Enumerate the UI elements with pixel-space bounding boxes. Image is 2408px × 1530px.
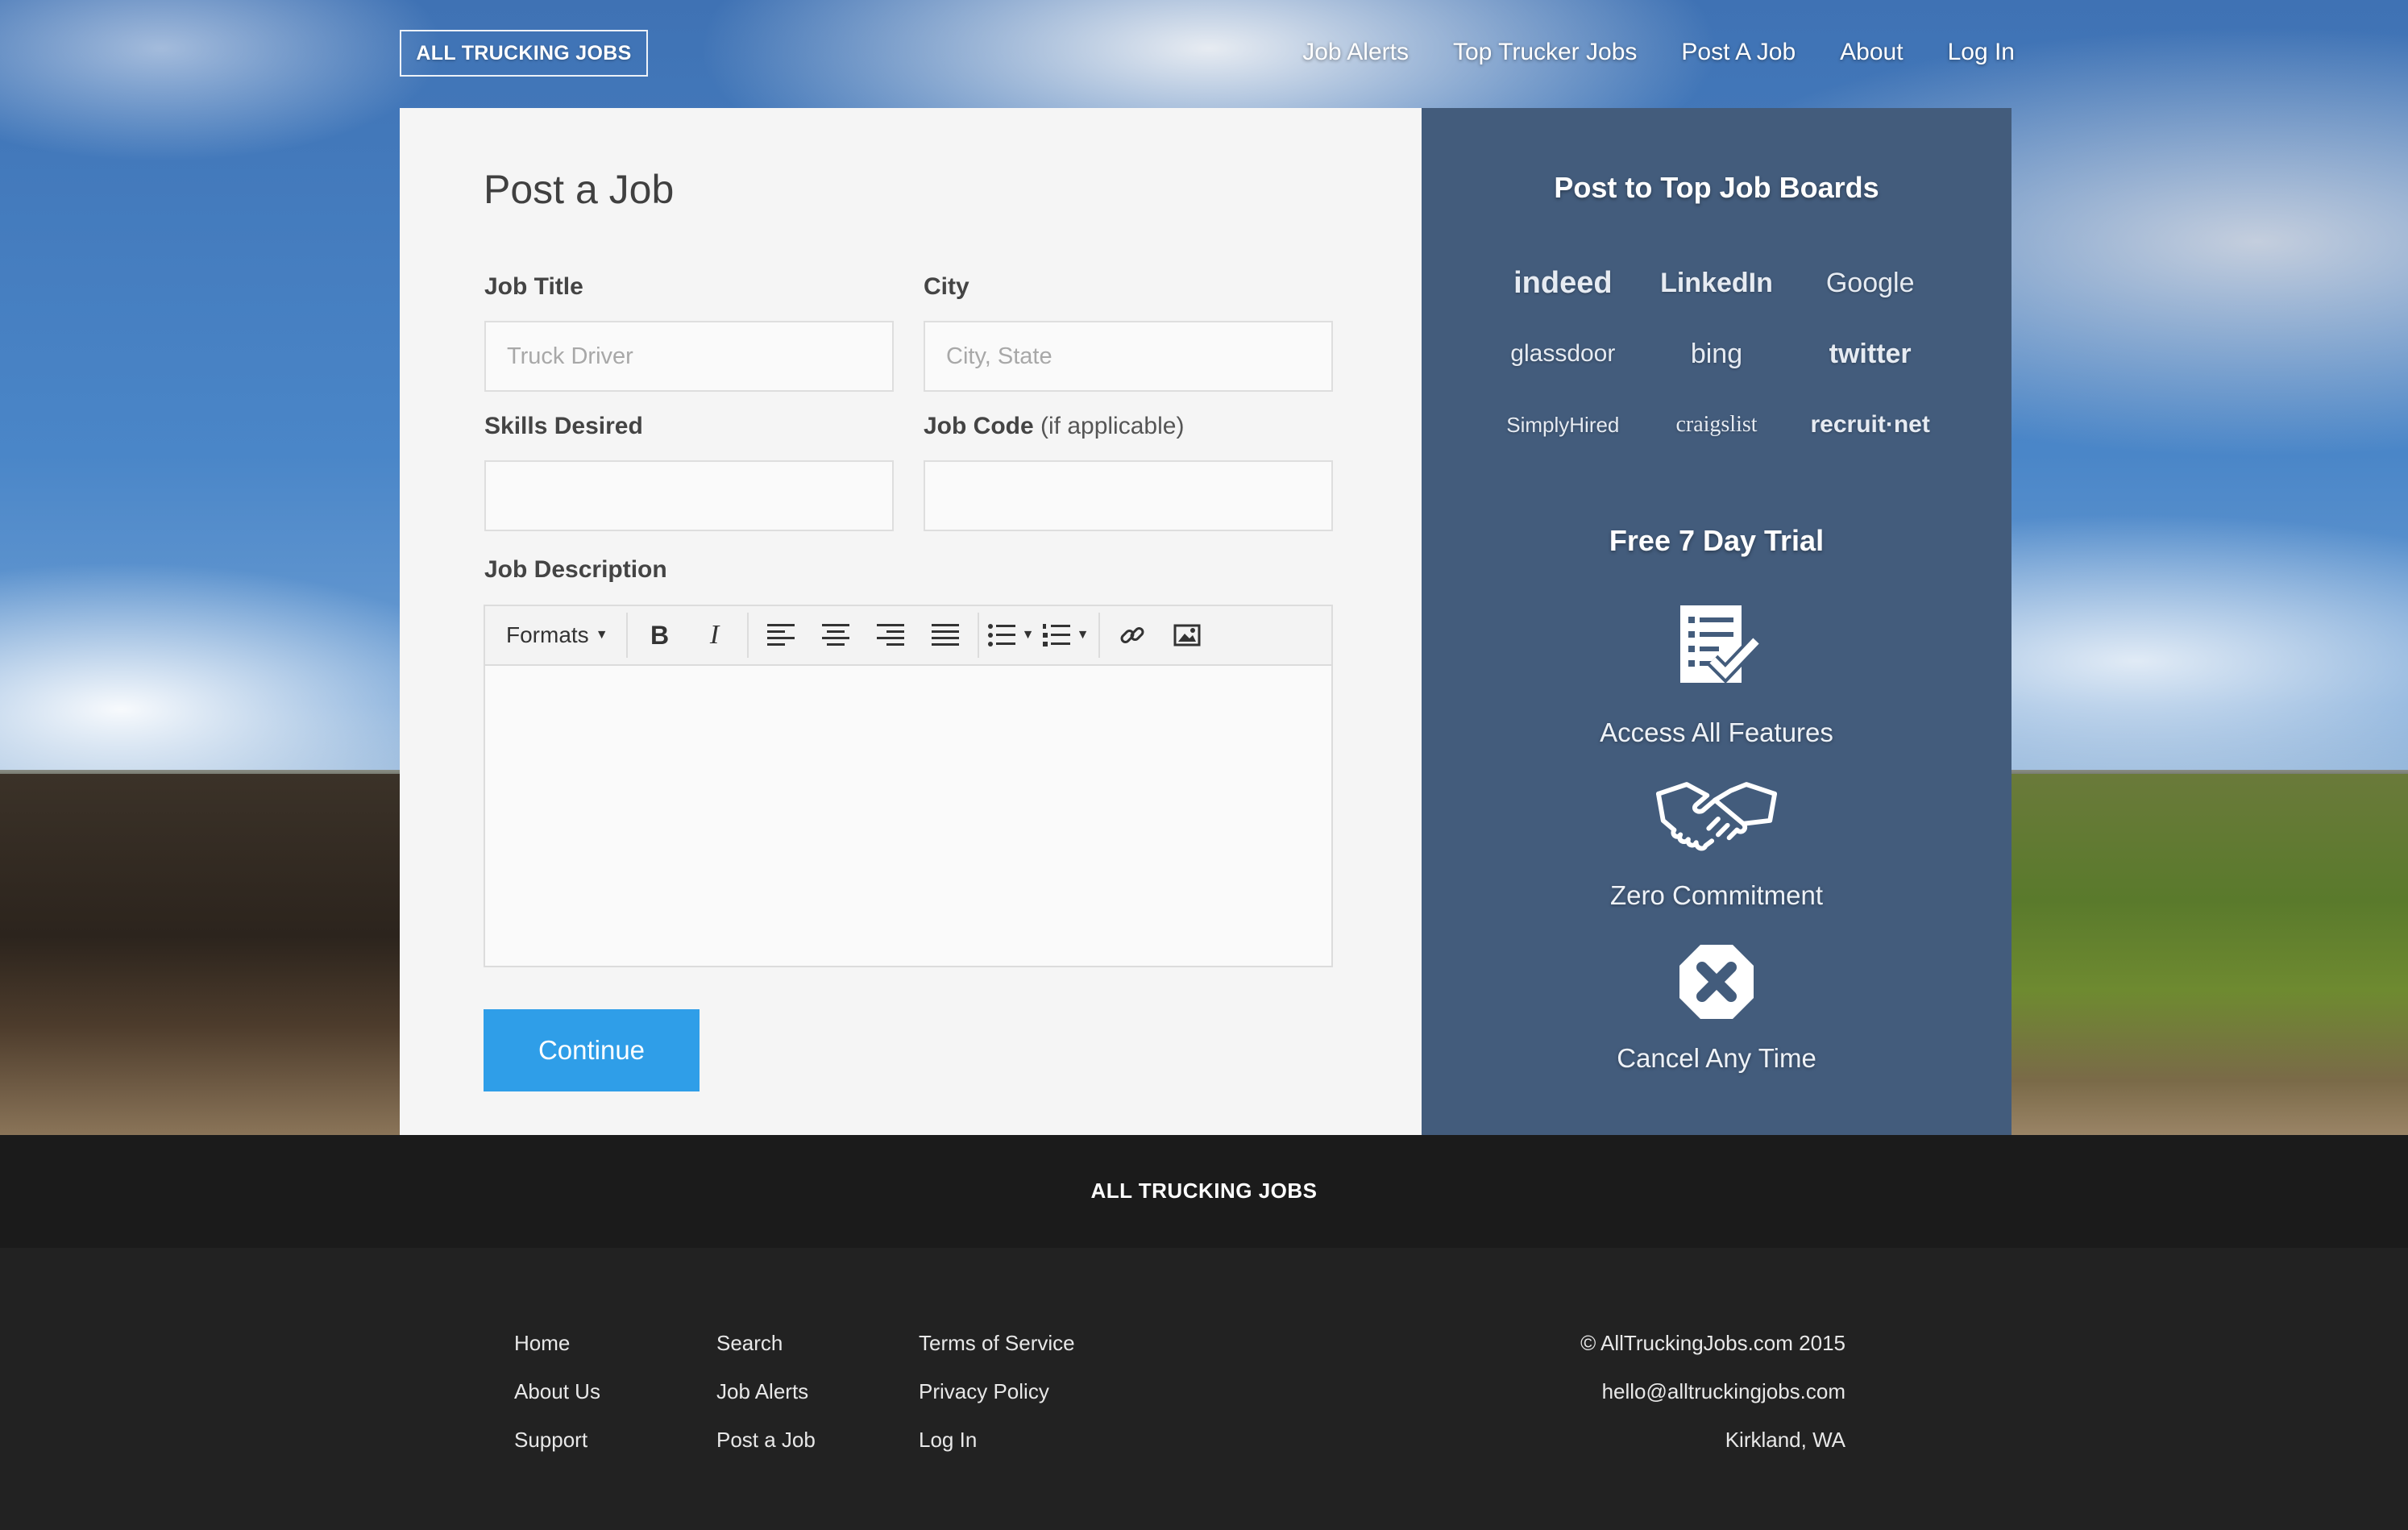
chevron-down-icon: ▼ xyxy=(1021,628,1035,642)
feature-access-all: Access All Features xyxy=(1600,717,1833,747)
job-board-logos: indeed LinkedIn Google glassdoor bing tw… xyxy=(1486,261,1947,447)
google-logo: Google xyxy=(1825,267,1915,298)
side-panel: Post to Top Job Boards indeed LinkedIn G… xyxy=(1422,108,2012,1135)
linkedin-logo: LinkedIn xyxy=(1660,267,1773,298)
align-center-button[interactable] xyxy=(808,611,863,659)
align-right-icon xyxy=(876,624,904,646)
footer-brand-band: ALL TRUCKING JOBS xyxy=(0,1135,2408,1248)
page-title: Post a Job xyxy=(484,167,675,212)
bullet-list-button[interactable]: ▼ xyxy=(984,611,1039,659)
job-code-label: Job Code (if applicable) xyxy=(924,413,1184,440)
craigslist-logo: craigslist xyxy=(1675,412,1758,437)
nav-about[interactable]: About xyxy=(1840,32,1903,73)
toolbar-divider xyxy=(1098,613,1100,658)
footer-col-3: Terms of Service Privacy Policy Log In xyxy=(919,1319,1075,1464)
glassdoor-logo: glassdoor xyxy=(1510,340,1616,367)
rich-text-editor: Formats ▼ B I ▼ ▼ xyxy=(484,605,1333,967)
formats-dropdown[interactable]: Formats ▼ xyxy=(493,611,621,659)
continue-button[interactable]: Continue xyxy=(484,1009,700,1091)
recruitnet-logo: recruit·net xyxy=(1810,411,1930,438)
cancel-octagon-icon xyxy=(1655,933,1778,1030)
simplyhired-logo: SimplyHired xyxy=(1506,412,1620,437)
footer-copyright: © AllTruckingJobs.com 2015 xyxy=(1580,1331,1845,1355)
footer-link-support[interactable]: Support xyxy=(514,1416,600,1464)
feature-cancel-any-time: Cancel Any Time xyxy=(1617,1043,1816,1073)
editor-toolbar: Formats ▼ B I ▼ ▼ xyxy=(485,606,1331,666)
job-code-label-text: Job Code xyxy=(924,413,1034,439)
main-nav: Job Alerts Top Trucker Jobs Post A Job A… xyxy=(1258,32,2015,73)
link-icon xyxy=(1120,627,1144,643)
numbered-list-icon xyxy=(1042,624,1070,647)
job-code-note: (if applicable) xyxy=(1040,413,1185,439)
align-justify-icon xyxy=(931,624,959,646)
nav-job-alerts[interactable]: Job Alerts xyxy=(1302,32,1409,73)
feature-zero-commitment: Zero Commitment xyxy=(1609,880,1824,910)
city-input[interactable] xyxy=(924,321,1333,392)
skills-label: Skills Desired xyxy=(484,413,643,439)
insert-link-button[interactable] xyxy=(1105,611,1160,659)
formats-label: Formats xyxy=(506,622,589,647)
footer-logo[interactable]: ALL TRUCKING JOBS xyxy=(0,1179,2408,1204)
footer-link-home[interactable]: Home xyxy=(514,1319,600,1367)
twitter-logo: twitter xyxy=(1829,338,1912,369)
footer-link-terms[interactable]: Terms of Service xyxy=(919,1319,1075,1367)
city-label: City xyxy=(924,273,969,300)
site-logo[interactable]: ALL TRUCKING JOBS xyxy=(400,30,648,77)
footer-col-2: Search Job Alerts Post a Job xyxy=(716,1319,816,1464)
footer-location: Kirkland, WA xyxy=(1725,1428,1845,1452)
footer-link-job-alerts[interactable]: Job Alerts xyxy=(716,1367,816,1416)
job-description-label: Job Description xyxy=(484,556,667,583)
footer-link-post-a-job[interactable]: Post a Job xyxy=(716,1416,816,1464)
footer-link-about-us[interactable]: About Us xyxy=(514,1367,600,1416)
trial-title: Free 7 Day Trial xyxy=(1609,524,1825,557)
job-boards-title: Post to Top Job Boards xyxy=(1554,171,1879,204)
toolbar-divider xyxy=(977,613,979,658)
job-code-input[interactable] xyxy=(924,460,1333,531)
align-left-icon xyxy=(766,624,795,646)
footer-link-log-in[interactable]: Log In xyxy=(919,1416,1075,1464)
indeed-logo: indeed xyxy=(1513,265,1613,300)
numbered-list-button[interactable]: ▼ xyxy=(1039,611,1094,659)
footer-link-privacy[interactable]: Privacy Policy xyxy=(919,1367,1075,1416)
nav-top-trucker-jobs[interactable]: Top Trucker Jobs xyxy=(1453,32,1637,73)
footer-col-1: Home About Us Support xyxy=(514,1319,600,1464)
chevron-down-icon: ▼ xyxy=(595,628,608,642)
image-icon xyxy=(1173,624,1201,647)
checklist-icon xyxy=(1655,597,1778,693)
align-right-button[interactable] xyxy=(863,611,918,659)
bing-logo: bing xyxy=(1690,338,1743,369)
skills-input[interactable] xyxy=(484,460,894,531)
bold-button[interactable]: B xyxy=(633,611,687,659)
field-right xyxy=(1999,774,2408,1135)
footer-link-search[interactable]: Search xyxy=(716,1319,816,1367)
chevron-down-icon: ▼ xyxy=(1076,628,1090,642)
footer: Home About Us Support Search Job Alerts … xyxy=(0,1248,2408,1530)
align-left-button[interactable] xyxy=(754,611,808,659)
toolbar-divider xyxy=(625,613,628,658)
job-title-input[interactable] xyxy=(484,321,894,392)
post-job-form: Post a Job Job Title City Skills Desired… xyxy=(400,108,1422,1135)
footer-email[interactable]: hello@alltruckingjobs.com xyxy=(1580,1367,1845,1416)
page: ALL TRUCKING JOBS Job Alerts Top Trucker… xyxy=(0,0,2408,1530)
nav-log-in[interactable]: Log In xyxy=(1948,32,2015,73)
job-description-editor[interactable] xyxy=(485,666,1331,966)
insert-image-button[interactable] xyxy=(1160,611,1214,659)
align-justify-button[interactable] xyxy=(918,611,973,659)
nav-post-a-job[interactable]: Post A Job xyxy=(1681,32,1796,73)
footer-contact: © AllTruckingJobs.com 2015 hello@alltruc… xyxy=(1580,1319,1845,1464)
field-left xyxy=(0,774,419,1135)
italic-button[interactable]: I xyxy=(687,611,742,659)
bullet-list-icon xyxy=(987,624,1015,647)
handshake-icon xyxy=(1655,769,1778,866)
job-title-label: Job Title xyxy=(484,273,583,300)
align-center-icon xyxy=(821,624,849,646)
toolbar-divider xyxy=(746,613,749,658)
